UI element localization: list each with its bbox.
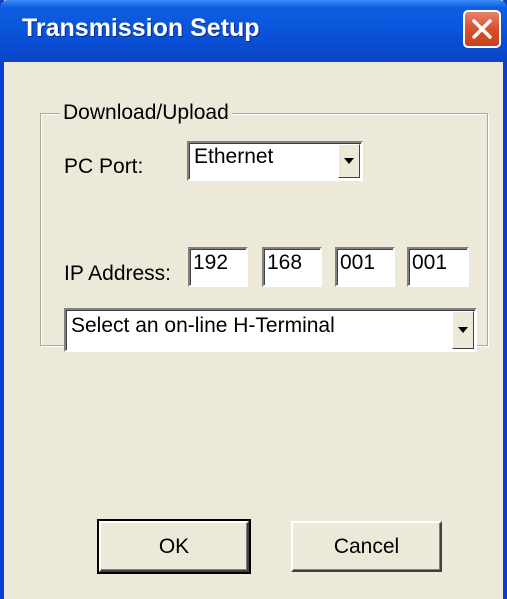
cancel-button[interactable]: Cancel <box>291 521 442 572</box>
ip-octet-3-value: 001 <box>340 251 376 274</box>
h-terminal-select-value: Select an on-line H-Terminal <box>71 314 335 337</box>
cancel-button-label: Cancel <box>333 535 400 558</box>
ip-octet-4-value: 001 <box>412 251 448 274</box>
ip-octet-1-field[interactable]: 192 <box>188 247 248 287</box>
ip-octet-4-field[interactable]: 001 <box>407 247 469 287</box>
ip-octet-1-value: 192 <box>193 251 229 274</box>
pc-port-label: PC Port: <box>64 155 144 178</box>
close-icon <box>472 19 492 39</box>
pc-port-dropdown-button[interactable] <box>338 144 360 178</box>
transmission-setup-dialog: Transmission Setup Download/Upload PC Po… <box>0 0 507 599</box>
window-title: Transmission Setup <box>22 14 260 42</box>
pc-port-value: Ethernet <box>194 145 274 168</box>
ip-address-label: IP Address: <box>64 262 172 285</box>
group-legend: Download/Upload <box>60 101 232 125</box>
chevron-down-icon <box>458 327 468 333</box>
pc-port-select[interactable]: Ethernet <box>187 141 363 181</box>
chevron-down-icon <box>344 158 354 164</box>
ok-button-label: OK <box>158 535 190 558</box>
h-terminal-select[interactable]: Select an on-line H-Terminal <box>64 308 477 352</box>
ip-octet-2-field[interactable]: 168 <box>262 247 322 287</box>
ip-octet-2-value: 168 <box>267 251 303 274</box>
h-terminal-dropdown-button[interactable] <box>452 311 474 349</box>
ip-octet-3-field[interactable]: 001 <box>335 247 395 287</box>
close-button[interactable] <box>463 10 501 48</box>
ok-button[interactable]: OK <box>97 519 251 574</box>
title-bar[interactable]: Transmission Setup <box>0 0 507 62</box>
